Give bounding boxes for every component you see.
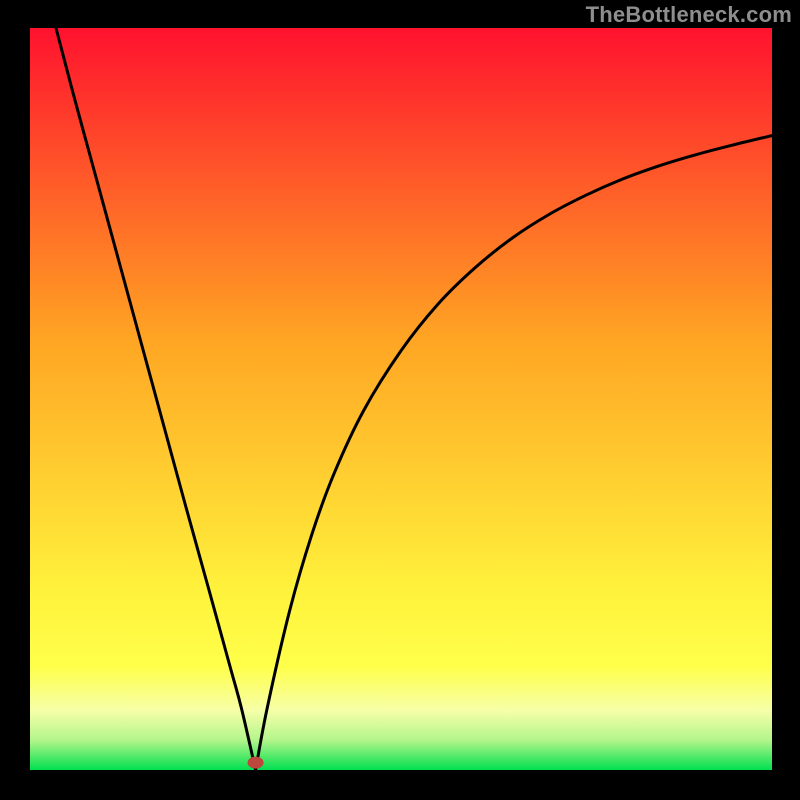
gradient-plot-area (30, 28, 772, 770)
bottleneck-chart (30, 28, 772, 770)
chart-frame: TheBottleneck.com (0, 0, 800, 800)
minimum-marker (248, 757, 264, 769)
watermark-label: TheBottleneck.com (586, 2, 792, 28)
